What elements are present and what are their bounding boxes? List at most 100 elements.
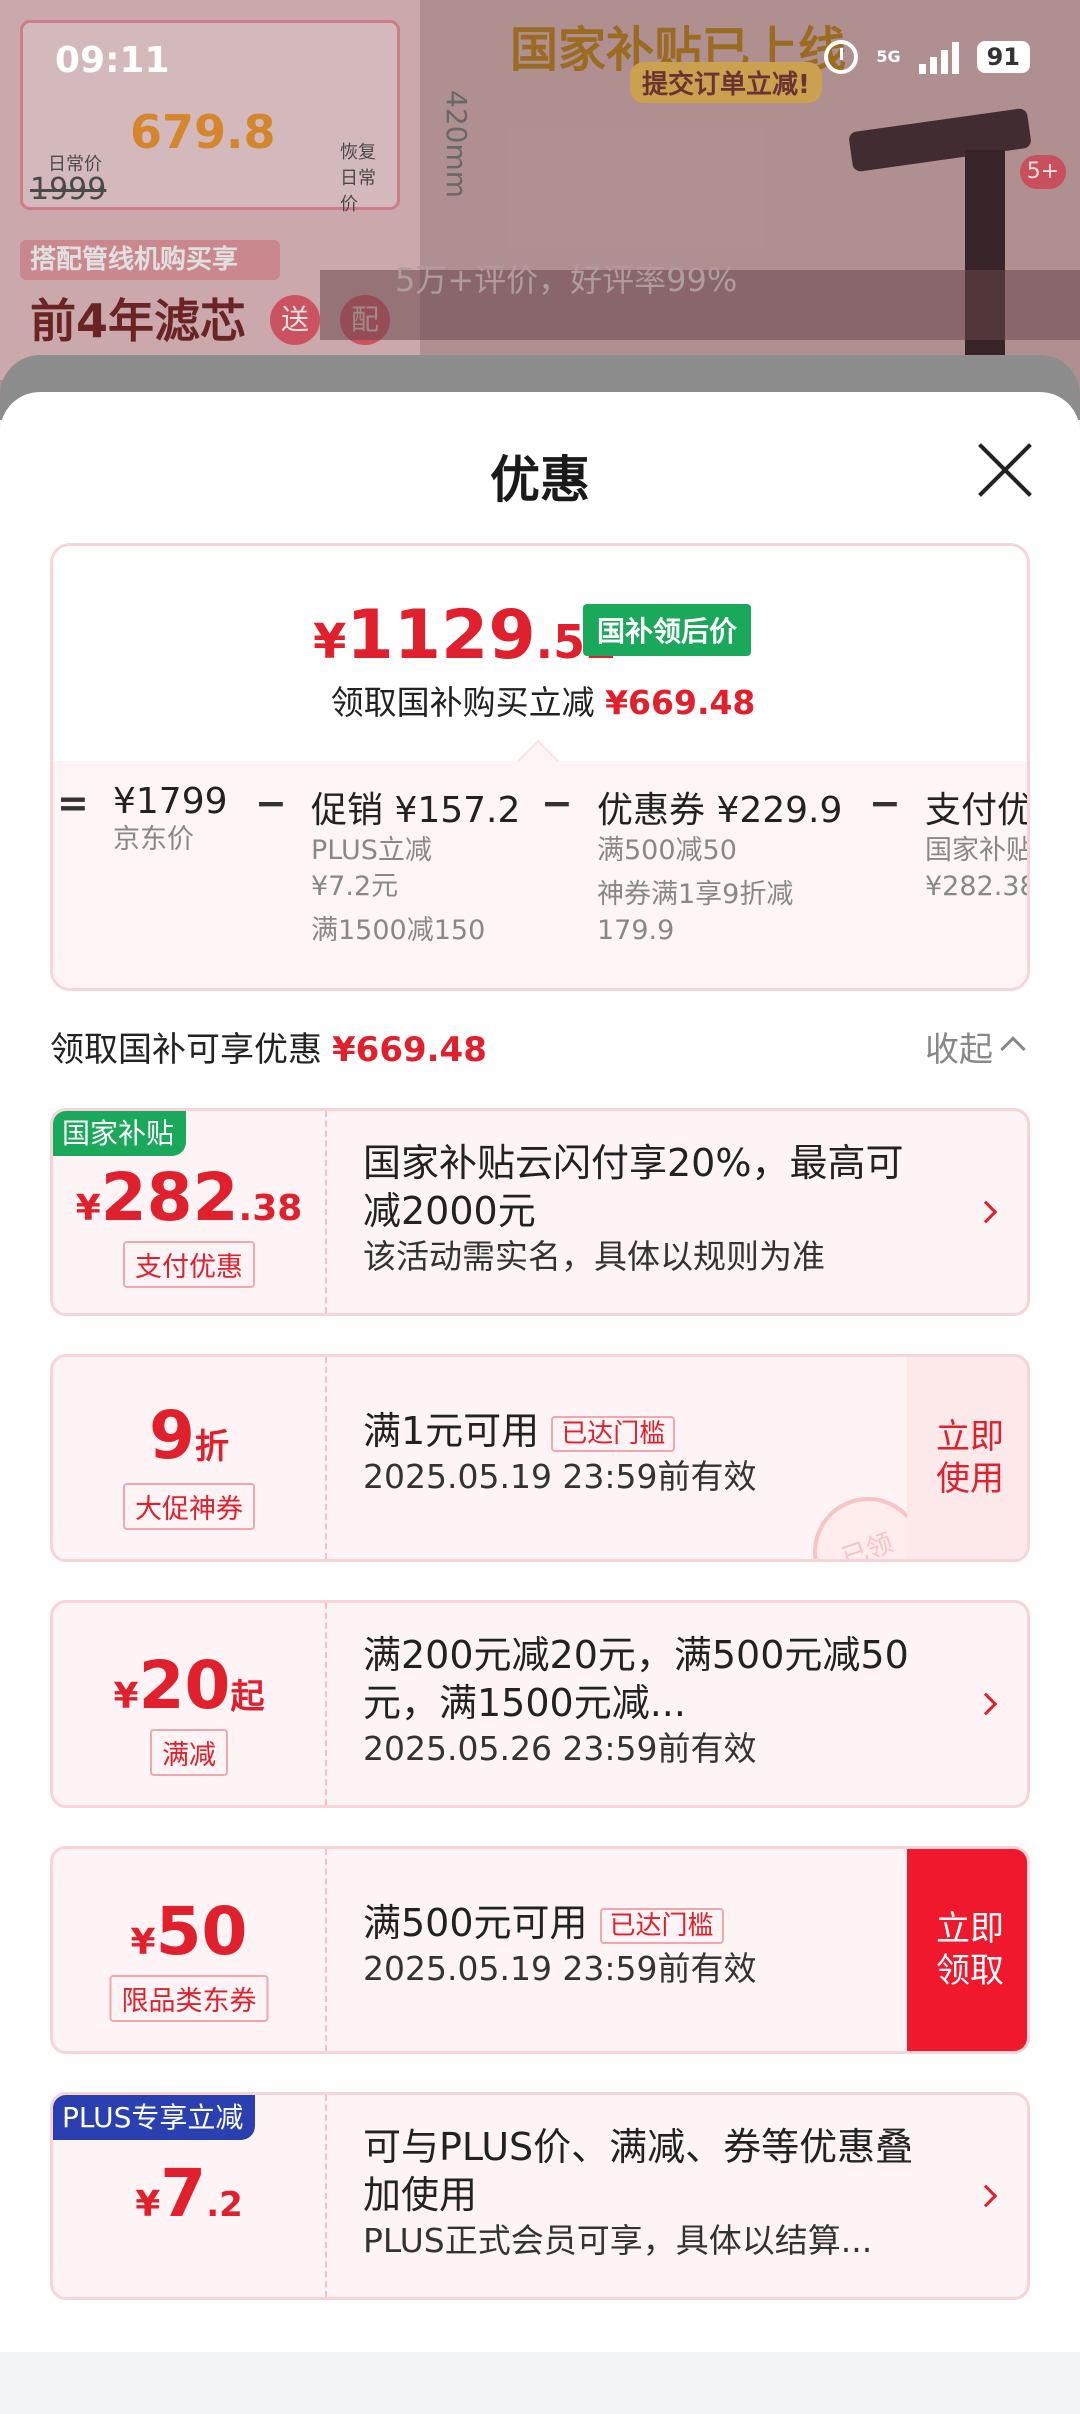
coupon-desc-sub: 该活动需实名，具体以规则为准 [363, 1237, 825, 1276]
coupon-amount: ¥ 20 起 [53, 1647, 325, 1724]
chevron-right-icon[interactable] [974, 2184, 998, 2208]
status-time: 09:11 [55, 40, 170, 81]
currency: ¥ [113, 1676, 139, 1717]
coupon-description: 满500元可用 已达门槛 2025.05.19 23:59前有效 [363, 1899, 917, 1991]
breakdown-sub: PLUS立减 [311, 835, 432, 866]
coupon-expiry: 2025.05.19 23:59前有效 [363, 1949, 757, 1988]
collapse-button[interactable]: 收起 [925, 1022, 993, 1071]
chevron-right-icon[interactable] [974, 1200, 998, 1224]
amount-suffix: .2 [206, 2185, 243, 2225]
section-amount: ¥669.48 [332, 1030, 487, 1070]
use-now-button[interactable]: 立即使用 [907, 1357, 1027, 1559]
breakdown-payment: 支付优 国家补贴 ¥282.38 [925, 781, 1030, 905]
coupon-card-discount[interactable]: 9 折 大促神券 满1元可用 已达门槛 2025.05.19 23:59前有效 已… [50, 1354, 1030, 1562]
coupon-amount-area: 9 折 大促神券 [53, 1357, 325, 1559]
summary-top: ¥ 1129 .52 国补领后价 领取国补购买立减 ¥669.48 [53, 546, 1027, 761]
equals-sign: = [57, 781, 89, 825]
coupon-type-tag: 支付优惠 [123, 1241, 255, 1288]
coupon-amount: ¥ 50 [53, 1893, 325, 1970]
coupon-expiry: 2025.05.19 23:59前有效 [363, 1457, 757, 1496]
coupon-card-plus[interactable]: PLUS专享立减 ¥ 7 .2 可与PLUS价、满减、券等优惠叠加使用 PLUS… [50, 2092, 1030, 2300]
coupon-desc-main: 可与PLUS价、满减、券等优惠叠加使用 [363, 2125, 914, 2217]
use-now-label: 立即使用 [936, 1417, 1004, 1499]
breakdown-main: 支付优 [925, 790, 1030, 831]
breakdown-sub: 179.9 [597, 915, 675, 946]
chevron-right-icon[interactable] [974, 1692, 998, 1716]
currency: ¥ [75, 1188, 101, 1229]
amount-main: 282 [100, 1159, 239, 1236]
coupon-description: 满1元可用 已达门槛 2025.05.19 23:59前有效 [363, 1407, 917, 1499]
minus-sign: − [869, 781, 901, 825]
amount-main: 50 [155, 1893, 248, 1970]
price-breakdown[interactable]: = ¥1799 京东价 − 促销 ¥157.2 PLUS立减 ¥7.2元 满15… [53, 781, 1030, 981]
coupon-card-full-reduction[interactable]: ¥ 20 起 满减 满200元减20元，满500元减50元，满1500元减...… [50, 1600, 1030, 1808]
threshold-badge: 已达门槛 [551, 1415, 676, 1452]
network-type: 5G [876, 47, 901, 66]
gov-subsidy-price-tag: 国补领后价 [583, 604, 752, 656]
breakdown-coupon: 优惠券 ¥229.9 满500减50 神券满1享9折减 179.9 [597, 781, 842, 949]
coupon-desc-main: 满200元减20元，满500元减50元，满1500元减... [363, 1633, 909, 1725]
save-text: 领取国补购买立减 [330, 683, 595, 722]
breakdown-promotion: 促销 ¥157.2 PLUS立减 ¥7.2元 满1500减150 [311, 781, 520, 949]
amount-suffix: 起 [230, 1677, 265, 1717]
status-bar: 09:11 5G 91 [0, 0, 1080, 120]
coupon-amount-area: ¥ 282 .38 支付优惠 [53, 1111, 325, 1313]
breakdown-sub: 京东价 [113, 824, 194, 855]
amount-main: 7 [160, 2155, 207, 2232]
breakdown-sub: ¥282.38 [925, 871, 1030, 902]
status-icons: 5G 91 [824, 40, 1030, 74]
section-header: 领取国补可享优惠 ¥669.48 [50, 1022, 487, 1071]
breakdown-sub: 国家补贴 [925, 835, 1030, 866]
amount-suffix: 折 [194, 1427, 229, 1467]
coupon-card-category[interactable]: ¥ 50 限品类东券 满500元可用 已达门槛 2025.05.19 23:59前… [50, 1846, 1030, 2054]
close-icon[interactable] [975, 440, 1035, 500]
coupon-divider [325, 1603, 327, 1805]
final-price: ¥ 1129 .52 [313, 596, 617, 675]
coupon-description: 国家补贴云闪付享20%，最高可减2000元 该活动需实名，具体以规则为准 [363, 1139, 917, 1279]
minus-sign: − [255, 781, 287, 825]
alarm-icon [824, 40, 859, 74]
coupon-desc-sub: PLUS正式会员可享，具体以结算... [363, 2221, 873, 2260]
save-amount: ¥669.48 [605, 683, 756, 722]
section-title: 领取国补可享优惠 [50, 1030, 322, 1070]
coupon-expiry: 2025.05.26 23:59前有效 [363, 1729, 757, 1768]
claim-now-button[interactable]: 立即领取 [907, 1849, 1027, 2051]
coupon-card-gov-subsidy[interactable]: 国家补贴 ¥ 282 .38 支付优惠 国家补贴云闪付享20%，最高可减2000… [50, 1108, 1030, 1316]
claim-now-label: 立即领取 [936, 1909, 1004, 1991]
breakdown-main: 促销 ¥157.2 [311, 790, 521, 831]
coupon-desc-main: 满500元可用 已达门槛 [363, 1899, 917, 1947]
coupon-desc-main: 国家补贴云闪付享20%，最高可减2000元 [363, 1141, 904, 1233]
breakdown-jd-price: ¥1799 京东价 [113, 781, 228, 858]
coupon-amount-area: ¥ 50 限品类东券 [53, 1849, 325, 2051]
coupon-type-tag: 大促神券 [123, 1483, 255, 1530]
threshold-badge: 已达门槛 [599, 1907, 724, 1944]
signal-icon [918, 40, 959, 74]
currency: ¥ [135, 2184, 161, 2225]
coupon-divider [325, 1111, 327, 1313]
coupon-description: 可与PLUS价、满减、券等优惠叠加使用 PLUS正式会员可享，具体以结算... [363, 2123, 917, 2263]
price-summary-card: ¥ 1129 .52 国补领后价 领取国补购买立减 ¥669.48 = ¥179… [50, 543, 1030, 991]
sheet-title: 优惠 [490, 451, 590, 509]
coupon-description: 满200元减20元，满500元减50元，满1500元减... 2025.05.2… [363, 1631, 917, 1771]
battery-icon: 91 [976, 41, 1030, 73]
coupon-divider [325, 1357, 327, 1559]
coupon-divider [325, 2095, 327, 2297]
bottom-area [0, 2352, 1080, 2414]
coupon-amount: 9 折 [53, 1397, 325, 1474]
currency: ¥ [130, 1922, 156, 1963]
coupon-amount-area: ¥ 20 起 满减 [53, 1603, 325, 1805]
breakdown-main: 优惠券 ¥229.9 [597, 790, 843, 831]
coupon-desc-main: 满1元可用 已达门槛 [363, 1407, 917, 1455]
final-price-int: 1129 [346, 596, 536, 675]
amount-main: 9 [149, 1397, 195, 1474]
coupon-divider [325, 1849, 327, 2051]
save-line: 领取国补购买立减 ¥669.48 [53, 676, 1027, 724]
coupon-type-tag: 满减 [150, 1729, 228, 1776]
amount-suffix: .38 [238, 1188, 303, 1229]
breakdown-sub: 神券满1享9折减 [597, 879, 794, 910]
condition-text: 满1元可用 [363, 1409, 540, 1453]
minus-sign: − [541, 781, 573, 825]
final-price-currency: ¥ [313, 614, 347, 670]
breakdown-sub: ¥7.2元 [311, 871, 399, 902]
coupon-amount-area: ¥ 7 .2 [53, 2095, 325, 2297]
